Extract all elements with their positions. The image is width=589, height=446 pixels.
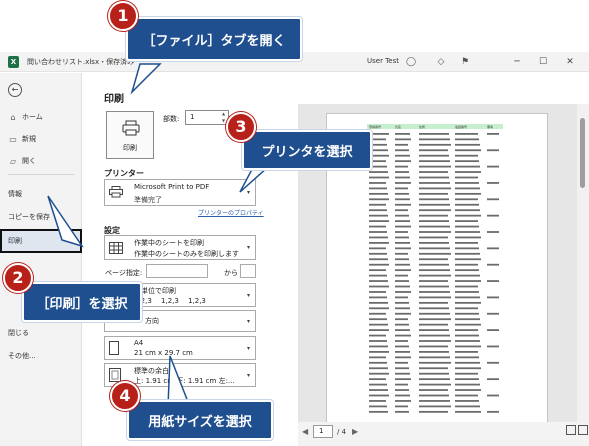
callout-1-box: ［ファイル］タブを開く [126,17,302,61]
callout-2-box: ［印刷］を選択 [22,282,142,322]
step-3-badge: 3 [226,112,256,142]
step-1-badge: 1 [108,1,138,31]
callout-4-box: 用紙サイズを選択 [127,400,273,440]
annotation-arrows [47,63,278,408]
step-4-badge: 4 [110,381,140,411]
callout-pointer-1 [130,63,162,95]
step-2-badge: 2 [3,263,33,293]
callout-3-box: プリンタを選択 [242,130,372,170]
callout-pointer-2 [47,195,84,248]
